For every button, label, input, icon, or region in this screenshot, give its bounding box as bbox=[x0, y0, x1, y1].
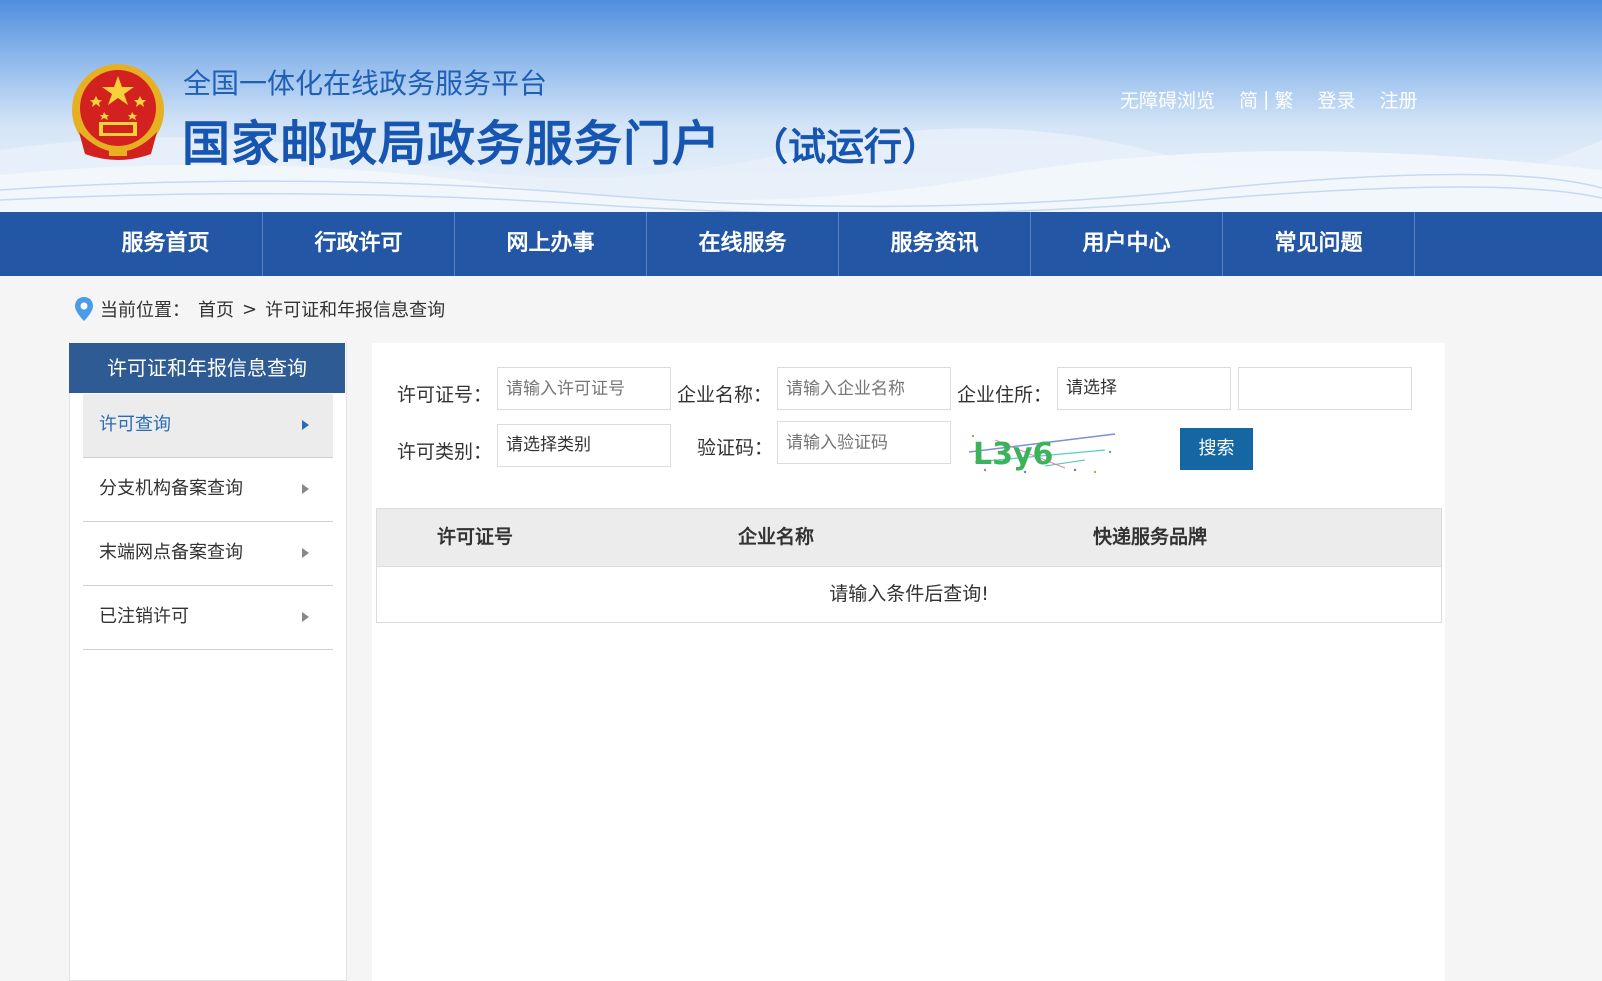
captcha-label: 验证码： bbox=[697, 437, 774, 459]
main-navigation: 服务首页 行政许可 网上办事 在线服务 服务资讯 用户中心 常见问题 bbox=[0, 212, 1602, 276]
login-link[interactable]: 登录 bbox=[1317, 86, 1355, 113]
nav-item-service-news[interactable]: 服务资讯 bbox=[839, 212, 1031, 276]
license-no-label: 许可证号： bbox=[397, 384, 493, 406]
triangle-right-icon bbox=[302, 420, 309, 430]
breadcrumb: 当前位置： 首页 > 许可证和年报信息查询 bbox=[74, 296, 445, 322]
sidebar-menu: 许可查询 分支机构备案查询 末端网点备案查询 已注销许可 bbox=[83, 394, 333, 650]
captcha-image[interactable]: L3y6 bbox=[965, 422, 1130, 478]
breadcrumb-arrow: > bbox=[242, 298, 258, 320]
captcha-input[interactable] bbox=[777, 421, 951, 464]
results-table: 许可证号 企业名称 快递服务品牌 请输入条件后查询! bbox=[376, 508, 1442, 623]
language-separator: | bbox=[1263, 88, 1270, 110]
column-header-express-brand: 快递服务品牌 bbox=[1093, 526, 1208, 548]
sidebar-item-license-query[interactable]: 许可查询 bbox=[83, 394, 333, 458]
company-address-secondary-select[interactable] bbox=[1238, 367, 1412, 410]
sidebar-item-branch-filing-query[interactable]: 分支机构备案查询 bbox=[83, 458, 333, 522]
nav-item-home[interactable]: 服务首页 bbox=[69, 212, 263, 276]
breadcrumb-label: 当前位置： bbox=[100, 300, 190, 321]
breadcrumb-current: 许可证和年报信息查询 bbox=[265, 300, 446, 321]
nav-item-online-affairs[interactable]: 网上办事 bbox=[455, 212, 647, 276]
breadcrumb-home-link[interactable]: 首页 bbox=[198, 296, 234, 322]
register-link[interactable]: 注册 bbox=[1379, 86, 1417, 113]
sidebar-title: 许可证和年报信息查询 bbox=[69, 343, 345, 393]
nav-item-administrative-license[interactable]: 行政许可 bbox=[263, 212, 455, 276]
sidebar-item-label: 末端网点备案查询 bbox=[99, 542, 243, 563]
company-name-input[interactable] bbox=[777, 367, 951, 410]
search-button[interactable]: 搜索 bbox=[1180, 428, 1253, 470]
triangle-right-icon bbox=[302, 612, 309, 622]
captcha-text: L3y6 bbox=[973, 437, 1053, 472]
simplified-chinese-link[interactable]: 简 bbox=[1239, 86, 1258, 113]
location-pin-icon bbox=[75, 297, 93, 321]
site-header: 全国一体化在线政务服务平台 国家邮政局政务服务门户 （试运行） 无障碍浏览 简 … bbox=[0, 0, 1602, 212]
nav-item-faq[interactable]: 常见问题 bbox=[1223, 212, 1415, 276]
portal-title: 国家邮政局政务服务门户 bbox=[182, 116, 722, 172]
column-header-company-name: 企业名称 bbox=[738, 526, 815, 548]
company-name-label: 企业名称： bbox=[677, 384, 773, 406]
national-emblem-icon bbox=[72, 64, 164, 160]
top-links: 无障碍浏览 简 | 繁 登录 注册 bbox=[1120, 84, 1417, 114]
sidebar-item-revoked-licenses[interactable]: 已注销许可 bbox=[83, 586, 333, 650]
nav-item-online-service[interactable]: 在线服务 bbox=[647, 212, 839, 276]
accessibility-link[interactable]: 无障碍浏览 bbox=[1120, 86, 1215, 113]
license-type-select[interactable]: 请选择类别 bbox=[497, 424, 671, 467]
triangle-right-icon bbox=[302, 484, 309, 494]
sidebar-item-label: 已注销许可 bbox=[99, 606, 189, 627]
table-header: 许可证号 企业名称 快递服务品牌 bbox=[377, 509, 1441, 567]
sidebar-item-label: 分支机构备案查询 bbox=[99, 478, 243, 499]
triangle-right-icon bbox=[302, 548, 309, 558]
sidebar-item-label: 许可查询 bbox=[99, 414, 171, 435]
nav-item-user-center[interactable]: 用户中心 bbox=[1031, 212, 1223, 276]
traditional-chinese-link[interactable]: 繁 bbox=[1274, 86, 1293, 113]
empty-results-message: 请输入条件后查询! bbox=[829, 583, 989, 605]
license-no-input[interactable] bbox=[497, 367, 671, 410]
platform-subtitle: 全国一体化在线政务服务平台 bbox=[183, 67, 548, 100]
sidebar-item-outlet-filing-query[interactable]: 末端网点备案查询 bbox=[83, 522, 333, 586]
license-type-label: 许可类别： bbox=[397, 441, 493, 463]
column-header-license-no: 许可证号 bbox=[437, 526, 514, 548]
company-address-select[interactable]: 请选择 bbox=[1057, 367, 1231, 410]
company-address-label: 企业住所： bbox=[957, 384, 1053, 406]
portal-title-suffix: （试运行） bbox=[750, 125, 941, 169]
